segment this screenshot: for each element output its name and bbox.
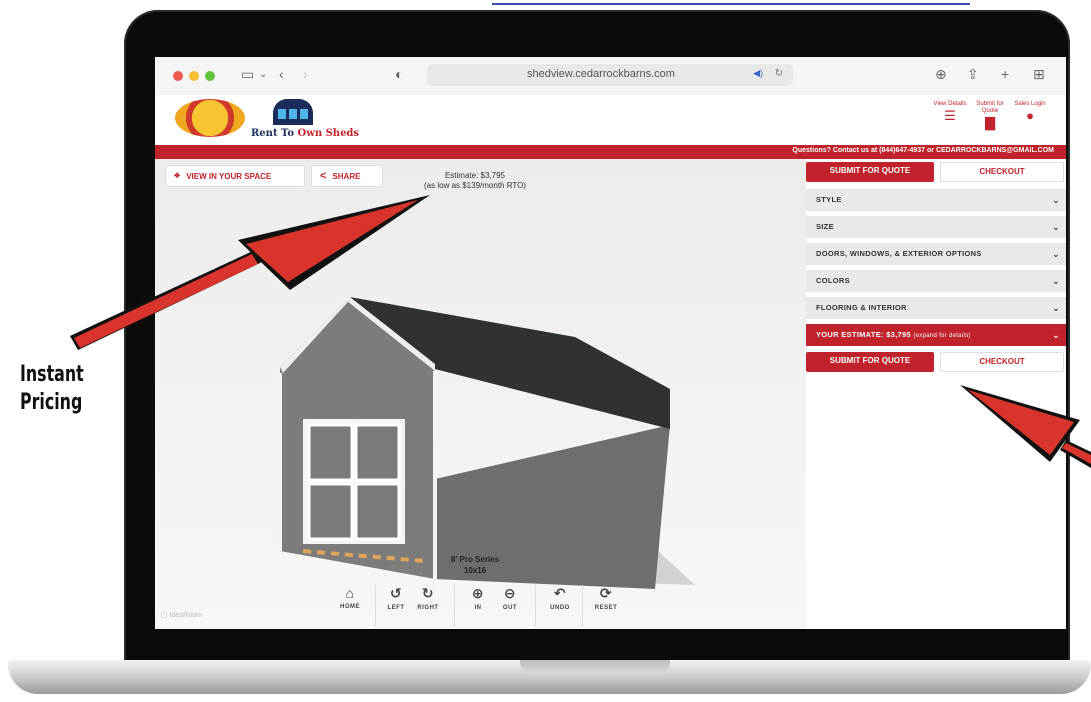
model-label: 8' Pro Series 10x16	[425, 554, 525, 576]
download-icon[interactable]: ⊕	[935, 66, 947, 83]
chevron-down-icon: ⌄	[1052, 330, 1060, 340]
submit-quote-label: Submit for Quote	[976, 101, 1004, 114]
share-button[interactable]: < SHARE	[311, 165, 383, 187]
estimate-label: YOUR ESTIMATE: $3,795	[816, 330, 911, 339]
accordion-style[interactable]: STYLE ⌄	[806, 189, 1066, 213]
home-label: HOME	[340, 604, 360, 610]
new-tab-icon[interactable]: +	[1001, 66, 1009, 82]
view-details-label: View Details	[933, 101, 967, 107]
share-label: SHARE	[332, 171, 361, 181]
site-header: Rent To Own Sheds View Details ☰ Submit …	[155, 95, 1066, 145]
close-window-button[interactable]	[173, 71, 183, 81]
configurator-panel: SUBMIT FOR QUOTE CHECKOUT STYLE ⌄ SIZE ⌄ D…	[806, 159, 1066, 629]
user-icon: ●	[1026, 108, 1034, 123]
chevron-down-icon: ⌄	[1052, 303, 1060, 313]
logo-text-b: Own Sheds	[297, 128, 360, 139]
left-label: LEFT	[387, 605, 405, 611]
top-decorative-line	[492, 3, 970, 5]
sales-login-label: Sales Login	[1014, 101, 1046, 107]
url-text: shedview.cedarrockbarns.com	[527, 68, 675, 80]
contact-bar: Questions? Contact us at (844)647-4937 o…	[155, 145, 1066, 159]
3d-viewer[interactable]: ⌖ VIEW IN YOUR SPACE < SHARE Estimate: $…	[155, 159, 806, 629]
chevron-down-icon: ⌄	[1052, 249, 1060, 259]
accordion-flooring[interactable]: FLOORING & INTERIOR ⌄	[806, 297, 1066, 321]
submit-quote-button-bottom[interactable]: SUBMIT FOR QUOTE	[806, 352, 934, 372]
reset-label: RESET	[594, 605, 618, 611]
rotate-right-icon: ↻	[421, 585, 435, 601]
submit-quote-button-top[interactable]: SUBMIT FOR QUOTE	[806, 162, 934, 182]
rotate-right-button[interactable]: ↻ RIGHT	[408, 585, 448, 611]
annotation-line1: Instant	[20, 362, 84, 387]
accordion-flooring-label: FLOORING & INTERIOR	[816, 303, 907, 312]
logo-text-a: Rent To	[251, 128, 298, 139]
accordion-size-label: SIZE	[816, 222, 834, 231]
view-details-link[interactable]: View Details ☰	[933, 101, 967, 123]
estimate-expand-hint: (expand for details)	[913, 333, 971, 339]
maximize-window-button[interactable]	[205, 71, 215, 81]
chevron-down-icon: ⌄	[1052, 276, 1060, 286]
list-icon: ☰	[944, 108, 956, 123]
browser-toolbar: ▭ ⌄ ‹ › ◐ shedview.cedarrockbarns.com ◀)…	[155, 57, 1066, 96]
accordion-colors[interactable]: COLORS ⌄	[806, 270, 1066, 294]
home-icon: ⌂	[345, 585, 355, 601]
accordion-size[interactable]: SIZE ⌄	[806, 216, 1066, 240]
estimate-text: Estimate: $3,795 (as low as $139/month R…	[375, 171, 575, 191]
laptop-notch	[520, 660, 670, 674]
share-icon: <	[320, 170, 327, 182]
audio-icon[interactable]: ◀)	[753, 68, 763, 79]
accordion-doors-windows[interactable]: DOORS, WINDOWS, & EXTERIOR OPTIONS ⌄	[806, 243, 1066, 267]
checkout-button-bottom[interactable]: CHECKOUT	[940, 352, 1064, 372]
privacy-shield-icon[interactable]: ◐	[395, 66, 403, 82]
zoom-out-button[interactable]: ⊖ OUT	[490, 585, 530, 611]
checkout-button-top[interactable]: CHECKOUT	[940, 162, 1064, 182]
model-size: 10x16	[463, 566, 487, 575]
contact-text[interactable]: Questions? Contact us at (844)647-4937 o…	[792, 147, 1054, 154]
laptop-screen: ▭ ⌄ ‹ › ◐ shedview.cedarrockbarns.com ◀)…	[155, 57, 1066, 629]
estimate-rto: (as low as $139/month RTO)	[424, 181, 526, 190]
toolbar-divider	[454, 585, 455, 627]
chevron-down-icon[interactable]: ⌄	[259, 69, 267, 80]
right-label: RIGHT	[417, 605, 439, 611]
submit-quote-link[interactable]: Submit for Quote ▇	[973, 101, 1007, 130]
toolbar-divider	[582, 585, 583, 627]
view-in-space-label: VIEW IN YOUR SPACE	[186, 171, 272, 181]
chevron-down-icon: ⌄	[1052, 195, 1060, 205]
in-label: IN	[474, 605, 482, 611]
model-name: 8' Pro Series	[450, 555, 500, 564]
toolbar-divider	[535, 585, 536, 627]
reload-icon[interactable]: ↻	[775, 68, 783, 79]
reset-icon: ⟳	[599, 585, 613, 601]
rent-to-own-logo[interactable]: Rent To Own Sheds	[251, 99, 359, 141]
sales-login-link[interactable]: Sales Login ●	[1013, 101, 1047, 123]
document-icon: ▇	[985, 115, 995, 130]
ar-icon: ⌖	[174, 169, 181, 182]
undo-label: UNDO	[550, 605, 570, 611]
accordion-colors-label: COLORS	[816, 276, 850, 285]
watermark-text: IdeaRoom	[169, 612, 202, 619]
chevron-down-icon: ⌄	[1052, 222, 1060, 232]
undo-button[interactable]: ↶ UNDO	[540, 585, 580, 611]
share-browser-icon[interactable]: ⇪	[967, 66, 979, 83]
minimize-window-button[interactable]	[189, 71, 199, 81]
undo-icon: ↶	[553, 585, 567, 601]
cedar-rock-logo[interactable]	[175, 99, 245, 137]
back-icon[interactable]: ‹	[279, 66, 284, 82]
instant-pricing-annotation: Instant Pricing	[20, 361, 84, 417]
forward-icon[interactable]: ›	[303, 66, 308, 82]
reset-button[interactable]: ⟳ RESET	[586, 585, 626, 611]
home-button[interactable]: ⌂ HOME	[330, 585, 370, 610]
accordion-style-label: STYLE	[816, 195, 842, 204]
accordion-estimate[interactable]: YOUR ESTIMATE: $3,795 (expand for detail…	[806, 324, 1066, 348]
annotation-line2: Pricing	[20, 390, 83, 415]
view-in-space-button[interactable]: ⌖ VIEW IN YOUR SPACE	[165, 165, 305, 187]
accordion-doors-label: DOORS, WINDOWS, & EXTERIOR OPTIONS	[816, 249, 982, 258]
estimate-price: Estimate: $3,795	[444, 171, 506, 180]
zoom-out-icon: ⊖	[503, 585, 517, 601]
tab-overview-icon[interactable]: ⊞	[1033, 66, 1045, 83]
address-bar[interactable]: shedview.cedarrockbarns.com ◀) ↻	[427, 64, 793, 86]
idearoom-watermark: ▢ IdeaRoom	[161, 612, 202, 619]
sidebar-icon[interactable]: ▭	[241, 66, 254, 83]
out-label: OUT	[502, 605, 518, 611]
